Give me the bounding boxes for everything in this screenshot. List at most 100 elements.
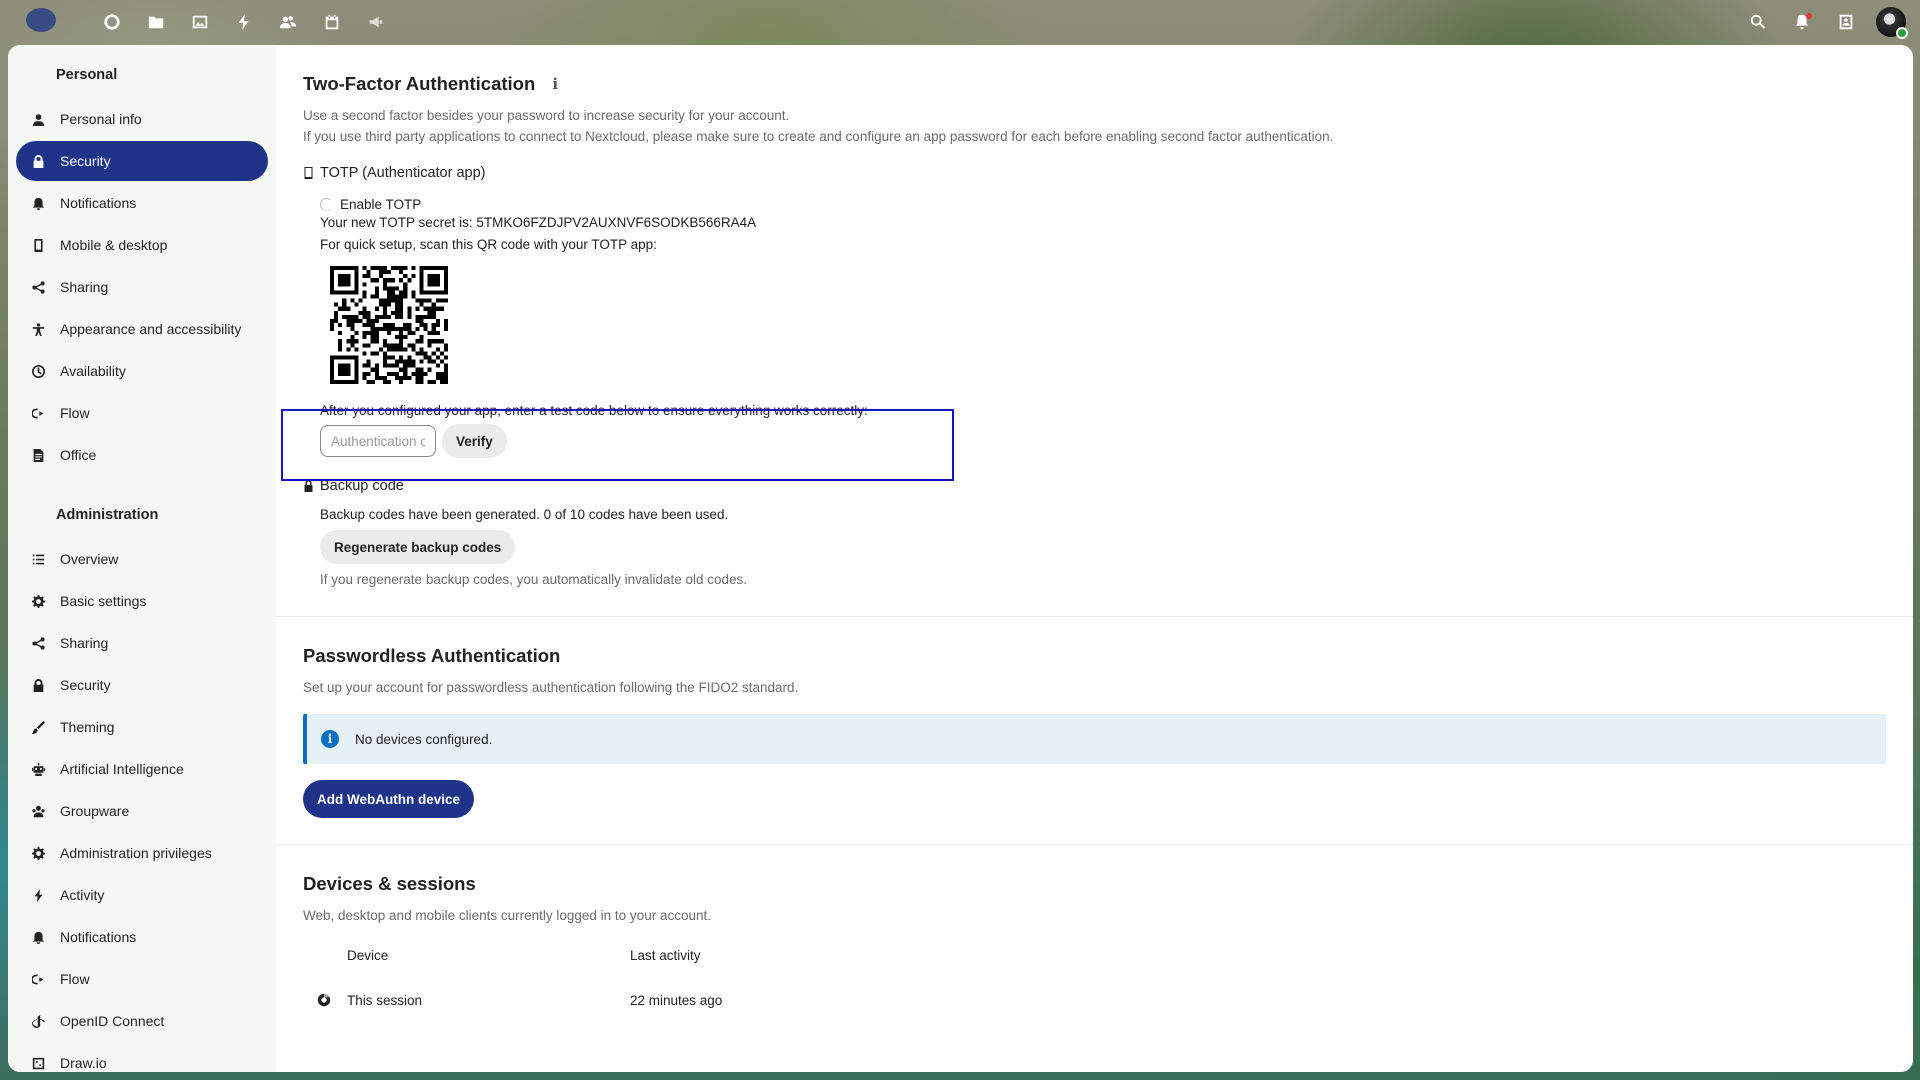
sidebar-item-label: OpenID Connect [60, 1013, 165, 1029]
sidebar-item-label: Sharing [60, 279, 109, 295]
brush-icon [30, 719, 46, 735]
files-icon[interactable] [134, 8, 178, 36]
sidebar-item-personal-info[interactable]: Personal info [16, 99, 268, 139]
gear-admin-icon [30, 845, 46, 861]
sidebar-item-label: Notifications [60, 929, 137, 945]
admin-nav: Overview Basic settings Sharing Security The… [16, 539, 268, 1072]
photos-icon[interactable] [178, 8, 222, 36]
sidebar-item-label: Office [60, 447, 97, 463]
sidebar-item-admin-notifications[interactable]: Notifications [16, 917, 268, 957]
sidebar-item-label: Notifications [60, 195, 137, 211]
share-icon [30, 279, 46, 295]
highlight-box [281, 409, 954, 481]
sidebar-item-label: Appearance and accessibility [60, 321, 242, 337]
gear-icon [30, 593, 46, 609]
sidebar-item-mobile-desktop[interactable]: Mobile & desktop [16, 225, 268, 265]
sidebar-item-security[interactable]: Security [16, 141, 268, 181]
sessions-table-header: Device Last activity [303, 948, 1886, 963]
sidebar-item-label: Artificial Intelligence [60, 761, 184, 777]
sidebar-item-office[interactable]: Office [16, 435, 268, 475]
drawio-icon [30, 1055, 46, 1071]
sidebar-item-sharing[interactable]: Sharing [16, 267, 268, 307]
table-row: This session 22 minutes ago [303, 991, 1886, 1009]
calendar-icon[interactable] [310, 8, 354, 36]
phone-icon [30, 237, 46, 253]
sidebar-item-label: Draw.io [60, 1055, 107, 1071]
sidebar-item-admin-basic-settings[interactable]: Basic settings [16, 581, 268, 621]
enable-totp-toggle[interactable]: Enable TOTP [320, 197, 1886, 212]
nextcloud-logo[interactable] [26, 8, 56, 32]
sidebar-item-admin-artificial-intelligence[interactable]: Artificial Intelligence [16, 749, 268, 789]
list-icon [30, 551, 46, 567]
notification-badge [1806, 13, 1812, 19]
sidebar-item-admin-groupware[interactable]: Groupware [16, 791, 268, 831]
sidebar-item-admin-openid-connect[interactable]: OpenID Connect [16, 1001, 268, 1041]
sidebar-item-label: Personal info [60, 111, 142, 127]
flow-icon [30, 405, 46, 421]
two-factor-section: Two-Factor Authentication i Use a second… [276, 45, 1913, 617]
devices-title: Devices & sessions [303, 873, 476, 894]
add-webauthn-device-button[interactable]: Add WebAuthn device [303, 780, 475, 818]
sidebar-item-label: Flow [60, 405, 90, 421]
sidebar-item-admin-administration-privileges[interactable]: Administration privileges [16, 833, 268, 873]
sidebar-item-availability[interactable]: Availability [16, 351, 268, 391]
enable-totp-radio[interactable] [320, 198, 333, 211]
top-bar [0, 0, 1920, 44]
phone-small-icon [304, 167, 313, 179]
notifications-icon[interactable] [1780, 6, 1824, 38]
regenerate-hint: If you regenerate backup codes, you auto… [320, 572, 748, 587]
browser-icon [315, 991, 333, 1009]
sidebar-item-admin-security[interactable]: Security [16, 665, 268, 705]
sidebar-item-admin-activity[interactable]: Activity [16, 875, 268, 915]
enable-totp-label: Enable TOTP [340, 197, 422, 212]
two-factor-title-row: Two-Factor Authentication i [303, 73, 1886, 95]
sidebar-item-admin-draw-io[interactable]: Draw.io [16, 1043, 268, 1072]
passwordless-section: Passwordless Authentication Set up your … [276, 617, 1913, 845]
contacts-menu-icon[interactable] [1824, 6, 1868, 38]
share-icon [30, 635, 46, 651]
sidebar-item-admin-sharing[interactable]: Sharing [16, 623, 268, 663]
device-column-header: Device [347, 948, 389, 963]
settings-content: Two-Factor Authentication i Use a second… [276, 45, 1913, 1072]
groupware-icon [30, 803, 46, 819]
info-circle-icon: i [321, 730, 339, 748]
activity-icon[interactable] [222, 8, 266, 36]
last-activity-column-header: Last activity [630, 948, 701, 963]
regenerate-backup-codes-button[interactable]: Regenerate backup codes [320, 530, 516, 564]
passwordless-title: Passwordless Authentication [303, 645, 561, 666]
passwordless-desc: Set up your account for passwordless aut… [303, 680, 799, 695]
contacts-icon[interactable] [266, 8, 310, 36]
announcements-icon[interactable] [354, 8, 398, 36]
flow-icon [30, 971, 46, 987]
user-icon [30, 111, 46, 127]
sidebar-item-flow[interactable]: Flow [16, 393, 268, 433]
totp-secret: Your new TOTP secret is: 5TMKO6FZDJPV2AU… [320, 215, 757, 230]
sidebar-item-admin-theming[interactable]: Theming [16, 707, 268, 747]
session-device: This session [347, 992, 423, 1008]
info-icon[interactable]: i [547, 75, 563, 93]
backup-status: Backup codes have been generated. 0 of 1… [320, 507, 729, 522]
lock-icon [30, 677, 46, 693]
bell-icon [30, 195, 46, 211]
dashboard-icon[interactable] [90, 8, 134, 36]
settings-window: Personal Personal info Security Notificati… [8, 45, 1913, 1072]
sidebar-item-label: Sharing [60, 635, 109, 651]
app-menu [90, 8, 398, 36]
bolt-icon [30, 887, 46, 903]
sidebar-item-appearance-and-accessibility[interactable]: Appearance and accessibility [16, 309, 268, 349]
two-factor-desc-1: Use a second factor besides your passwor… [303, 108, 790, 123]
search-icon[interactable] [1736, 6, 1780, 38]
avatar[interactable] [1876, 7, 1908, 39]
lock-icon [30, 153, 46, 169]
sidebar-item-label: Theming [60, 719, 115, 735]
sidebar-item-label: Basic settings [60, 593, 147, 609]
sidebar-item-admin-overview[interactable]: Overview [16, 539, 268, 579]
sidebar-item-label: Security [60, 153, 111, 169]
sidebar-item-notifications[interactable]: Notifications [16, 183, 268, 223]
sidebar-item-admin-flow[interactable]: Flow [16, 959, 268, 999]
sidebar-item-label: Security [60, 677, 111, 693]
session-last-activity: 22 minutes ago [630, 992, 723, 1008]
sidebar-item-label: Availability [60, 363, 126, 379]
settings-sidebar: Personal Personal info Security Notificati… [8, 45, 276, 1072]
devices-section: Devices & sessions Web, desktop and mobi… [276, 845, 1913, 1037]
